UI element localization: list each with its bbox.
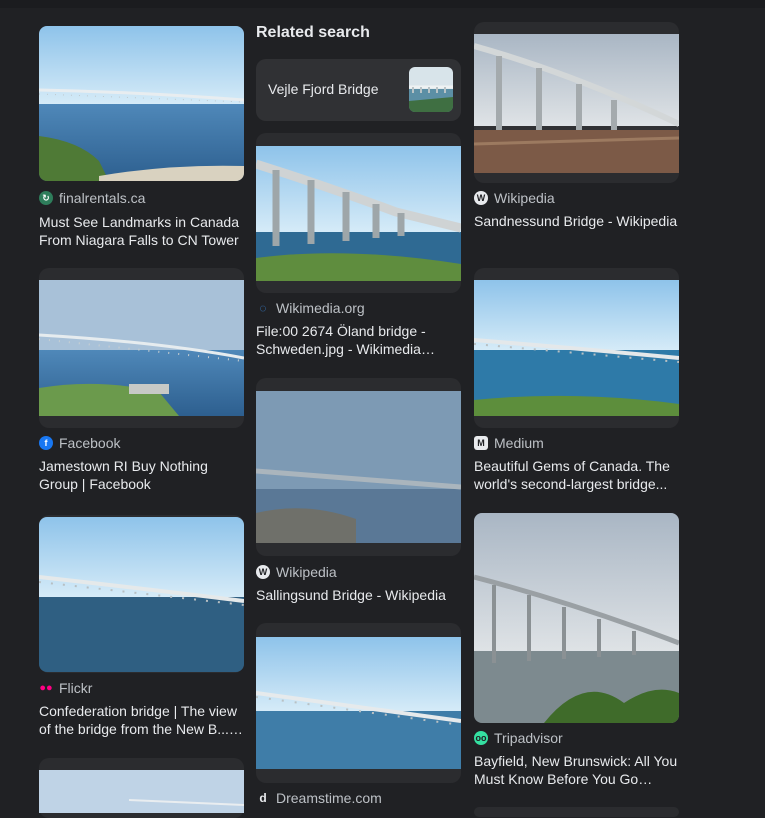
result-title[interactable]: Confederation bridge | The view of the b… [39, 702, 244, 738]
result-title[interactable]: Must See Landmarks in Canada From Niagar… [39, 213, 244, 249]
result-source[interactable]: ◌ Wikimedia.org [256, 299, 365, 317]
result-image[interactable] [474, 34, 679, 173]
result-title[interactable]: Bayfield, New Brunswick: All You Must Kn… [474, 752, 679, 788]
result-source[interactable]: ●● Flickr [39, 679, 92, 697]
result-image[interactable] [256, 146, 461, 281]
top-bar [0, 0, 765, 8]
wikipedia-icon: W [256, 565, 270, 579]
result-title[interactable]: Sallingsund Bridge - Wikipedia [256, 586, 461, 604]
result-source[interactable]: oo Tripadvisor [474, 729, 563, 747]
source-name: Tripadvisor [494, 730, 563, 746]
source-name: Wikimedia.org [276, 300, 365, 316]
result-title[interactable]: Sandnessund Bridge - Wikipedia [474, 212, 679, 230]
source-name: Wikipedia [276, 564, 337, 580]
result-title[interactable]: Beautiful Gems of Canada. The world's se… [474, 457, 679, 493]
result-image[interactable] [39, 770, 244, 813]
result-title[interactable]: File:00 2674 Öland bridge - Schweden.jpg… [256, 322, 461, 358]
dreamstime-icon: d [259, 791, 267, 805]
result-source[interactable]: f Facebook [39, 434, 120, 452]
result-image-frame [474, 807, 679, 817]
result-image[interactable] [474, 280, 679, 416]
result-source[interactable]: W Wikipedia [256, 563, 337, 581]
source-name: Flickr [59, 680, 93, 696]
result-source[interactable]: d Dreamstime.com [256, 789, 382, 807]
medium-icon: M [474, 436, 488, 450]
related-search-item[interactable]: Vejle Fjord Bridge [256, 59, 461, 121]
source-name: Wikipedia [494, 190, 555, 206]
source-name: Facebook [59, 435, 121, 451]
source-name: Dreamstime.com [276, 790, 382, 806]
wikimedia-icon: ◌ [259, 301, 267, 315]
source-name: finalrentals.ca [59, 190, 146, 206]
tripadvisor-icon: oo [474, 731, 488, 745]
result-source[interactable]: W Wikipedia [474, 189, 555, 207]
flickr-icon: ●● [39, 682, 53, 694]
result-image[interactable] [256, 391, 461, 543]
wikipedia-icon: W [474, 191, 488, 205]
result-title[interactable]: Jamestown RI Buy Nothing Group | Faceboo… [39, 457, 244, 493]
facebook-icon: f [39, 436, 53, 450]
related-search-heading: Related search [256, 24, 370, 41]
result-image[interactable] [256, 637, 461, 769]
result-source[interactable]: ↻ finalrentals.ca [39, 189, 145, 207]
result-image[interactable] [39, 517, 244, 672]
result-source[interactable]: M Medium [474, 434, 544, 452]
finalrentals-icon: ↻ [39, 191, 53, 205]
result-image[interactable] [39, 280, 244, 416]
related-search-thumbnail [409, 67, 453, 112]
result-image[interactable] [474, 513, 679, 723]
related-search-label: Vejle Fjord Bridge [268, 81, 379, 97]
source-name: Medium [494, 435, 544, 451]
result-image[interactable] [39, 26, 244, 181]
